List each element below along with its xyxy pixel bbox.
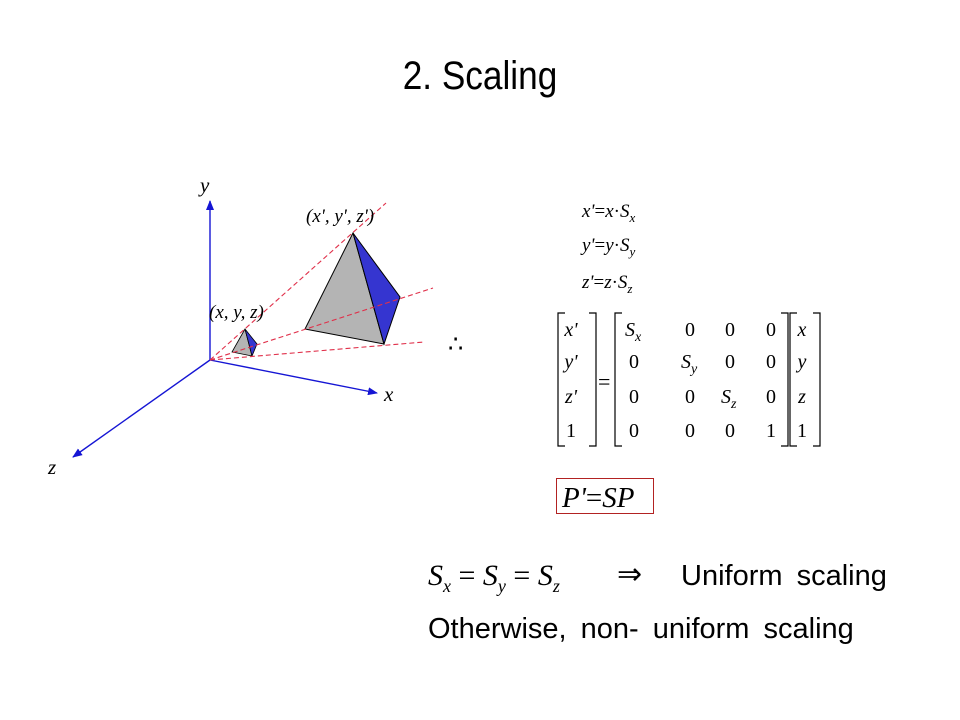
z-axis-label: z — [47, 455, 56, 479]
rhs-vector: xyz 1 — [796, 319, 807, 442]
lhs-vector-right-bracket — [589, 312, 597, 447]
lhs-vector-cell: 1 — [566, 420, 576, 442]
compact-equals: = — [586, 482, 602, 514]
compact-rhs: SP — [602, 482, 634, 514]
scaling-figure: y x z (x, y, z) (x', y', z') ∴ x'=x·Sx y… — [47, 173, 887, 645]
scaled-point-label: (x', y', z') — [306, 206, 374, 227]
svg-text:z'=z·Sz: z'=z·Sz — [581, 272, 632, 296]
uniform-condition: Sx = Sy = Sz ⇒ Uniform scaling Otherwise… — [428, 558, 887, 645]
implies-arrow: ⇒ — [617, 558, 642, 591]
svg-text:y'=y·Sy: y'=y·Sy — [580, 235, 635, 259]
equation-x: x'=x·Sx — [581, 201, 635, 225]
compact-form-box: P'=SP — [556, 478, 654, 514]
eq-x-sub: x — [628, 210, 635, 225]
equation-y: y'=y·Sy — [580, 235, 635, 259]
equation-z: z'=z·Sz — [581, 272, 632, 296]
matrix-cell: Sz — [721, 386, 737, 412]
matrix-equals-sign: = — [598, 369, 610, 394]
eq-y-lhs: y' — [580, 235, 595, 256]
lhs-vector: x' y' z' 1 — [562, 319, 578, 442]
matrix-cell: 0 — [685, 420, 695, 442]
matrix-cell: 0 — [629, 386, 639, 408]
x-axis-label: x — [383, 382, 394, 406]
therefore-symbol: ∴ — [448, 332, 463, 358]
matrix-cell: 1 — [766, 420, 776, 442]
rhs-vector-cell: x — [797, 319, 807, 341]
rhs-vector-right-bracket — [813, 312, 821, 447]
component-equations: x'=x·Sx y'=y·Sy z'=z·Sz — [580, 201, 635, 296]
matrix-left-bracket — [614, 312, 622, 447]
scaling-matrix: Sx 0 0 0 0 Sy 0 0 0 0 Sz 0 0 0 0 1 — [625, 319, 776, 442]
eq-y-var: y — [603, 235, 614, 256]
lhs-vector-cell: z' — [564, 386, 578, 408]
matrix-cell: 0 — [766, 386, 776, 408]
eq-x-lhs: x' — [581, 201, 595, 222]
x-axis — [209, 359, 378, 396]
eq-x-factor: S — [620, 201, 630, 222]
matrix-cell: 0 — [685, 386, 695, 408]
matrix-cell: 0 — [725, 420, 735, 442]
scaled-tetrahedron — [304, 231, 401, 346]
eq-z-lhs: z' — [581, 272, 594, 293]
matrix-cell: 0 — [766, 319, 776, 341]
eq-z-sub: z — [626, 281, 632, 296]
original-point-label: (x, y, z) — [209, 302, 264, 323]
matrix-cell: 0 — [766, 351, 776, 373]
rhs-vector-cell: 1 — [797, 420, 807, 442]
matrix-equation: = x'y'z'1 Sx 0 0 00 Sy 0 00 0 Sz 00 0 0 1 xyz1 — [557, 312, 821, 447]
eq-y-factor: S — [620, 235, 630, 256]
lhs-vector-cell: x' — [563, 319, 578, 341]
uniform-condition-formula: Sx = Sy = Sz — [428, 559, 560, 596]
matrix-cell: 0 — [629, 351, 639, 373]
rhs-vector-cell: y — [796, 351, 807, 373]
z-axis — [72, 359, 211, 458]
matrix-right-bracket — [781, 312, 789, 447]
matrix-cell: 0 — [629, 420, 639, 442]
matrix-cell: 0 — [685, 319, 695, 341]
non-uniform-scaling-label: Otherwise, non- uniform scaling — [428, 613, 854, 645]
compact-form-text: P'=SP — [561, 482, 635, 514]
matrix-cell: 0 — [725, 319, 735, 341]
y-axis-label: y — [198, 173, 210, 197]
lhs-vector-cell: y' — [562, 351, 578, 373]
rhs-vector-left-bracket — [789, 312, 797, 447]
eq-y-sub: y — [627, 244, 635, 259]
matrix-cell: 0 — [725, 351, 735, 373]
matrix-cell: Sy — [681, 351, 698, 377]
compact-lhs: P' — [561, 482, 587, 514]
rhs-vector-cell: z — [797, 386, 806, 408]
matrix-cell: Sx — [625, 319, 642, 345]
uniform-scaling-label: Uniform scaling — [681, 560, 887, 592]
svg-text:x'=x·Sx: x'=x·Sx — [581, 201, 635, 225]
eq-z-factor: S — [618, 272, 628, 293]
